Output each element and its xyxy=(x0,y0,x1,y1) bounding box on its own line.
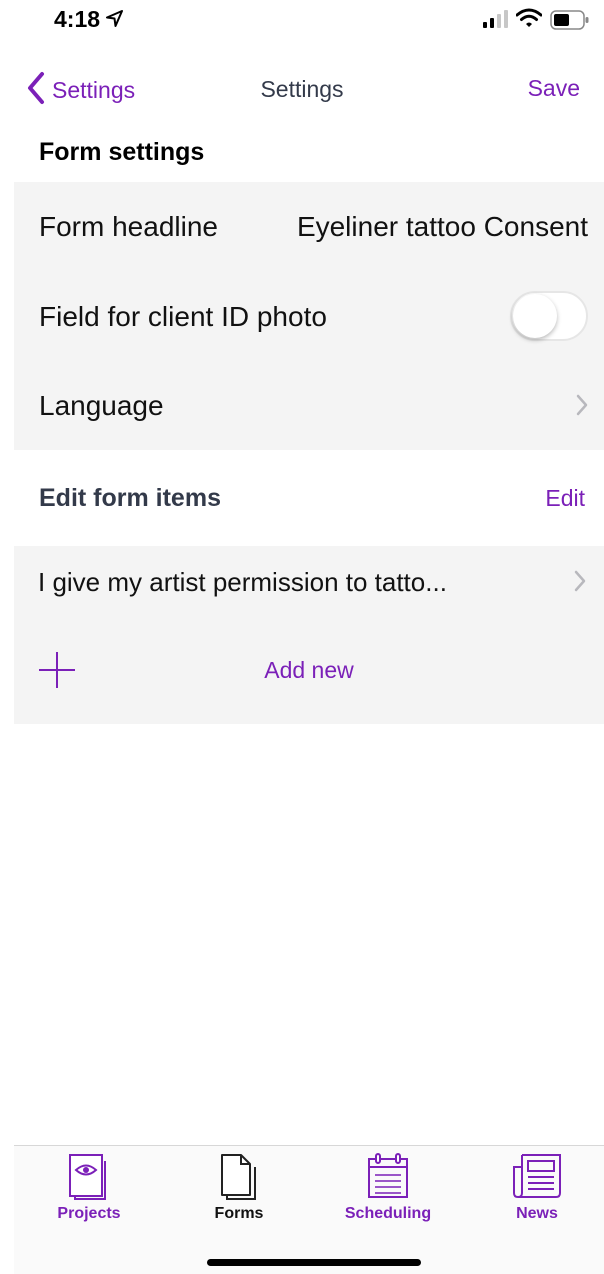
language-row[interactable]: Language xyxy=(14,361,604,450)
chevron-right-icon xyxy=(576,394,588,421)
add-new-button[interactable]: Add new xyxy=(14,634,604,706)
documents-icon xyxy=(219,1153,259,1206)
form-settings-header: Form settings xyxy=(39,138,205,166)
form-headline-label: Form headline xyxy=(39,210,218,242)
form-settings-group: Form headline Eyeliner tattoo Consent Fi… xyxy=(14,182,604,450)
client-id-photo-label: Field for client ID photo xyxy=(39,300,327,332)
list-item[interactable]: I give my artist permission to tatto... xyxy=(14,546,604,618)
tab-scheduling[interactable]: Scheduling xyxy=(313,1146,463,1236)
calendar-icon xyxy=(366,1153,410,1204)
tab-news-label: News xyxy=(516,1205,558,1222)
location-arrow-icon xyxy=(106,10,123,32)
tab-forms[interactable]: Forms xyxy=(164,1146,314,1236)
eye-document-icon xyxy=(67,1153,111,1206)
language-label: Language xyxy=(39,389,164,421)
save-button[interactable]: Save xyxy=(528,75,580,102)
tab-scheduling-label: Scheduling xyxy=(344,1205,432,1222)
wifi-icon xyxy=(515,8,543,33)
client-id-photo-toggle[interactable] xyxy=(510,291,588,341)
chevron-right-icon xyxy=(574,570,586,597)
battery-icon xyxy=(550,10,590,35)
tab-bar: Projects Forms Scheduling News xyxy=(14,1145,604,1274)
form-headline-value: Eyeliner tattoo Consent xyxy=(296,210,588,242)
toggle-knob xyxy=(513,294,557,338)
form-item-label: I give my artist permission to tatto... xyxy=(38,566,447,597)
page-title: Settings xyxy=(260,76,344,102)
navigation-bar: Settings Settings Save xyxy=(0,64,604,116)
tab-projects-label: Projects xyxy=(57,1205,121,1222)
tab-news[interactable]: News xyxy=(462,1146,604,1236)
tab-projects[interactable]: Projects xyxy=(14,1146,164,1236)
edit-button[interactable]: Edit xyxy=(545,485,585,512)
cellular-signal-icon xyxy=(482,10,510,33)
form-headline-row[interactable]: Form headline Eyeliner tattoo Consent xyxy=(14,182,604,271)
add-new-label: Add new xyxy=(264,656,354,683)
status-bar: 4:18 xyxy=(0,0,604,44)
home-indicator xyxy=(207,1259,421,1266)
status-time: 4:18 xyxy=(54,6,101,32)
tab-forms-label: Forms xyxy=(214,1205,264,1222)
edit-form-items-header: Edit form items xyxy=(39,484,221,512)
form-items-group: I give my artist permission to tatto... … xyxy=(14,546,604,724)
newspaper-icon xyxy=(512,1153,562,1204)
